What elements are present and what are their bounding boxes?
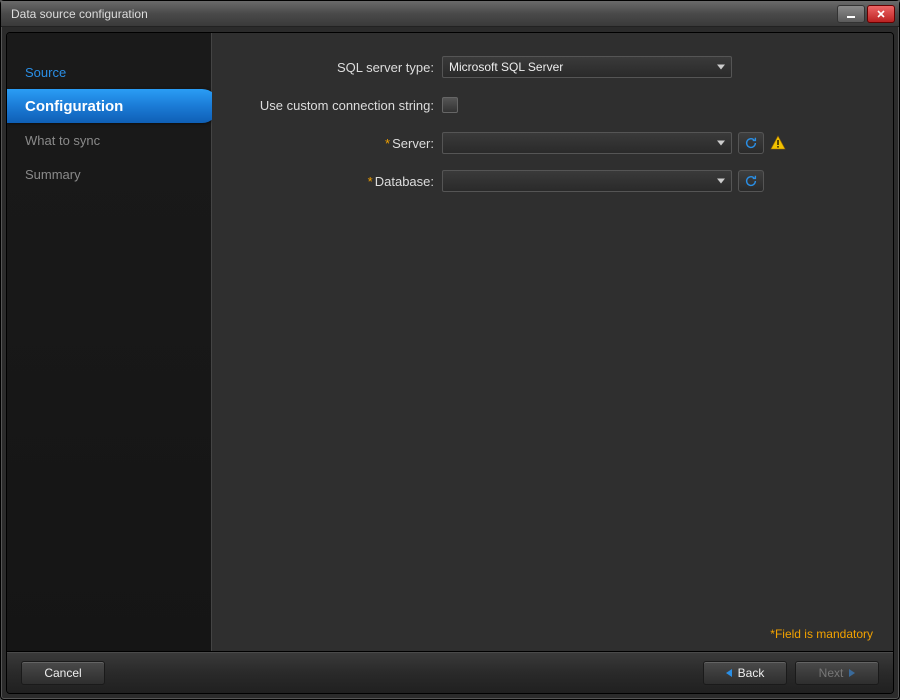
row-database: *Database: <box>212 169 873 193</box>
next-button[interactable]: Next <box>795 661 879 685</box>
refresh-server-button[interactable] <box>738 132 764 154</box>
custom-conn-checkbox[interactable] <box>442 97 458 113</box>
minimize-button[interactable] <box>837 5 865 23</box>
body: Source Configuration What to sync Summar… <box>7 33 893 651</box>
sidebar-item-label: What to sync <box>25 133 100 148</box>
chevron-down-icon <box>717 141 725 146</box>
window-title: Data source configuration <box>11 7 835 21</box>
row-custom-conn: Use custom connection string: <box>212 93 873 117</box>
chevron-left-icon <box>726 669 732 677</box>
chevron-down-icon <box>717 65 725 70</box>
sidebar-item-source[interactable]: Source <box>7 55 211 89</box>
label-custom-conn: Use custom connection string: <box>212 98 442 113</box>
sql-type-select[interactable]: Microsoft SQL Server <box>442 56 732 78</box>
close-button[interactable] <box>867 5 895 23</box>
sql-type-value: Microsoft SQL Server <box>449 60 563 74</box>
database-select[interactable] <box>442 170 732 192</box>
content-pane: SQL server type: Microsoft SQL Server Us… <box>212 33 893 651</box>
row-server: *Server: <box>212 131 873 155</box>
server-select[interactable] <box>442 132 732 154</box>
footer: Cancel Back Next <box>7 651 893 693</box>
minimize-icon <box>846 9 856 19</box>
cancel-label: Cancel <box>44 666 81 680</box>
refresh-icon <box>744 174 758 188</box>
warning-icon <box>770 135 786 151</box>
close-icon <box>876 9 886 19</box>
back-button[interactable]: Back <box>703 661 787 685</box>
row-sql-type: SQL server type: Microsoft SQL Server <box>212 55 873 79</box>
sidebar-item-label: Summary <box>25 167 81 182</box>
sidebar-item-summary[interactable]: Summary <box>7 157 211 191</box>
sidebar-item-configuration[interactable]: Configuration <box>7 89 219 123</box>
next-label: Next <box>819 666 844 680</box>
chevron-right-icon <box>849 669 855 677</box>
titlebar: Data source configuration <box>1 1 899 27</box>
refresh-icon <box>744 136 758 150</box>
label-database: *Database: <box>212 174 442 189</box>
sidebar: Source Configuration What to sync Summar… <box>7 33 212 651</box>
sidebar-item-label: Configuration <box>25 98 123 115</box>
sidebar-item-what-to-sync[interactable]: What to sync <box>7 123 211 157</box>
cancel-button[interactable]: Cancel <box>21 661 105 685</box>
mandatory-star: * <box>385 136 390 151</box>
mandatory-star: * <box>368 174 373 189</box>
dialog-window: Data source configuration Source Configu… <box>0 0 900 700</box>
config-form: SQL server type: Microsoft SQL Server Us… <box>212 55 873 193</box>
label-sql-type: SQL server type: <box>212 60 442 75</box>
chevron-down-icon <box>717 179 725 184</box>
inner-frame: Source Configuration What to sync Summar… <box>6 32 894 694</box>
sidebar-item-label: Source <box>25 65 66 80</box>
mandatory-note: *Field is mandatory <box>770 627 873 641</box>
refresh-database-button[interactable] <box>738 170 764 192</box>
back-label: Back <box>738 666 765 680</box>
label-server: *Server: <box>212 136 442 151</box>
